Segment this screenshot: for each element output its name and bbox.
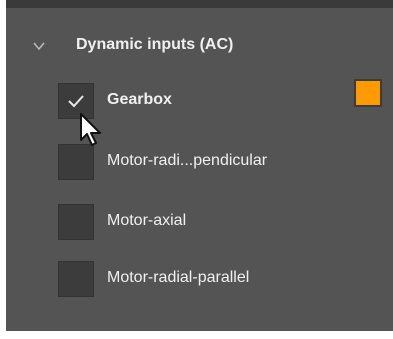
- item-label-gearbox[interactable]: Gearbox: [107, 91, 172, 109]
- list-item-gearbox: Gearbox: [6, 83, 393, 121]
- checkbox-motor-axial[interactable]: [58, 204, 94, 240]
- list-item-motor-axial: Motor-axial: [6, 204, 393, 242]
- section-title: Dynamic inputs (AC): [76, 36, 234, 53]
- item-label-motor-axial[interactable]: Motor-axial: [107, 212, 186, 230]
- item-label-motor-radial-perpendicular[interactable]: Motor-radi...pendicular: [107, 152, 267, 170]
- checkmark-icon: [68, 95, 84, 108]
- checkbox-motor-radial-parallel[interactable]: [58, 261, 94, 297]
- chevron-down-icon[interactable]: [32, 39, 46, 53]
- list-item-motor-radial-perpendicular: Motor-radi...pendicular: [6, 144, 393, 182]
- top-divider: [6, 0, 393, 8]
- item-label-motor-radial-parallel[interactable]: Motor-radial-parallel: [107, 269, 249, 287]
- section-header-dynamic-inputs[interactable]: Dynamic inputs (AC): [6, 30, 393, 64]
- checkbox-motor-radial-perpendicular[interactable]: [58, 144, 94, 180]
- list-item-motor-radial-parallel: Motor-radial-parallel: [6, 261, 393, 299]
- data-selector-panel: Dynamic inputs (AC) Gearbox Motor-radi..…: [6, 8, 393, 331]
- mouse-pointer-icon: [80, 113, 101, 146]
- gearbox-color-swatch[interactable]: [354, 79, 382, 107]
